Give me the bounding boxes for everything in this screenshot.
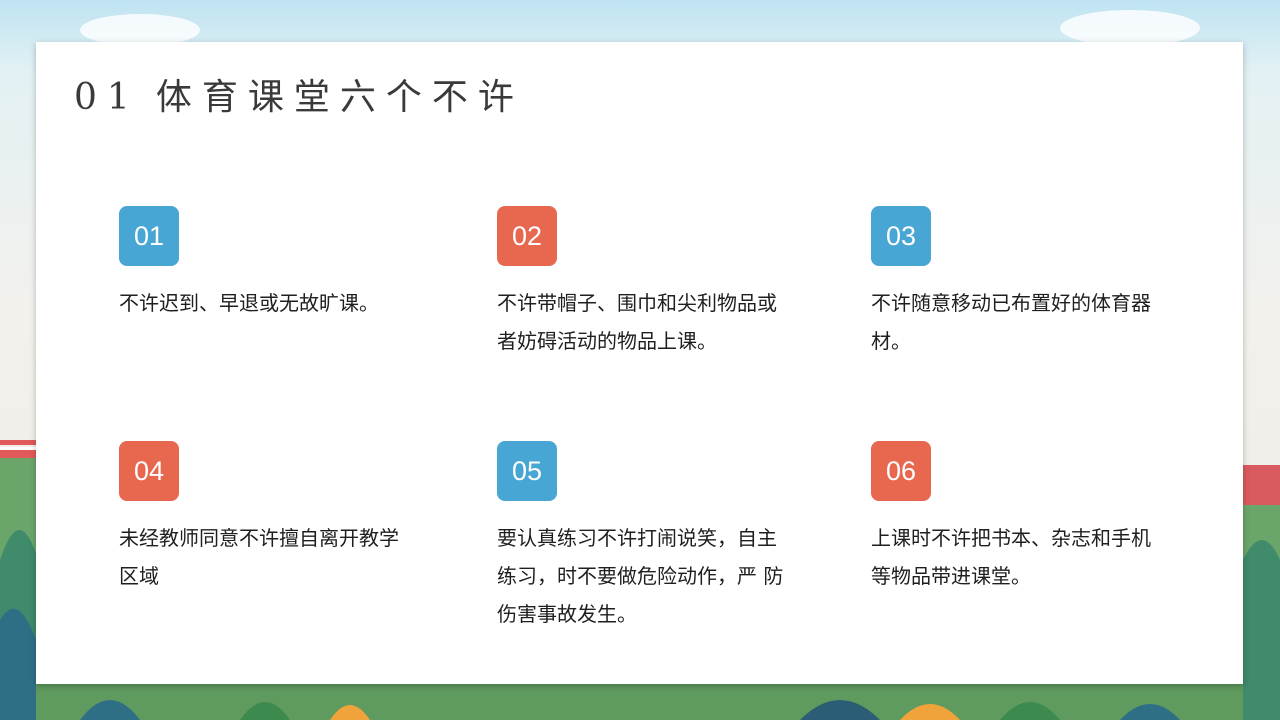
rule-item-06: 06 上课时不许把书本、杂志和手机等物品带进课堂。 <box>871 441 1171 595</box>
rule-text: 上课时不许把书本、杂志和手机等物品带进课堂。 <box>871 526 1151 588</box>
rule-number-badge: 04 <box>119 441 179 501</box>
rule-item-03: 03 不许随意移动已布置好的体育器材。 <box>871 206 1171 360</box>
rule-item-01: 01 不许迟到、早退或无故旷课。 <box>119 206 419 322</box>
page-title-text: 体育课堂六个不许 <box>155 77 524 118</box>
page-title-number: 01 <box>74 77 140 118</box>
page-title: 01 体育课堂六个不许 <box>74 68 524 120</box>
rule-item-02: 02 不许带帽子、围巾和尖利物品或者妨碍活动的物品上课。 <box>497 206 797 360</box>
rule-number-badge: 02 <box>497 206 557 266</box>
content-card: 01 体育课堂六个不许 01 不许迟到、早退或无故旷课。 02 不许带帽子、围巾和… <box>36 42 1243 684</box>
rule-text: 不许迟到、早退或无故旷课。 <box>119 291 379 315</box>
rule-item-05: 05 要认真练习不许打闹说笑，自主练习，时不要做危险动作，严 防伤害事故发生。 <box>497 441 797 633</box>
rule-text: 不许随意移动已布置好的体育器材。 <box>871 291 1151 353</box>
rule-text: 未经教师同意不许擅自离开教学区域 <box>119 526 399 588</box>
rule-number-badge: 03 <box>871 206 931 266</box>
rule-number-badge: 05 <box>497 441 557 501</box>
rule-number-badge: 01 <box>119 206 179 266</box>
rule-text: 要认真练习不许打闹说笑，自主练习，时不要做危险动作，严 防伤害事故发生。 <box>497 526 784 626</box>
rule-number-badge: 06 <box>871 441 931 501</box>
rule-text: 不许带帽子、围巾和尖利物品或者妨碍活动的物品上课。 <box>497 291 777 353</box>
rule-item-04: 04 未经教师同意不许擅自离开教学区域 <box>119 441 419 595</box>
